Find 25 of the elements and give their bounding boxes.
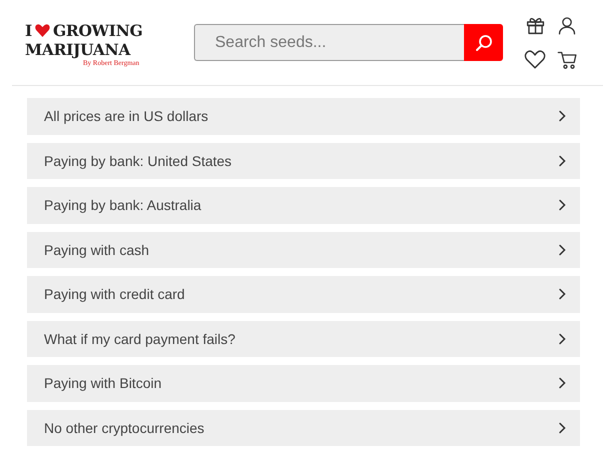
search-icon [474, 32, 494, 52]
heart-icon [34, 24, 50, 36]
faq-item[interactable]: All prices are in US dollars [27, 98, 580, 134]
heart-icon[interactable] [524, 48, 546, 70]
faq-item[interactable]: Paying by bank: United States [27, 142, 580, 179]
faq-item[interactable]: Paying by bank: Australia [27, 187, 580, 224]
chevron-icon [558, 377, 566, 390]
chevron-icon [558, 154, 566, 167]
user-icon[interactable] [556, 14, 578, 36]
faq-item[interactable]: Paying with credit card [27, 276, 580, 312]
faq-item[interactable]: No other cryptocurrencies [27, 410, 580, 446]
faq-item[interactable]: Paying with cash [27, 232, 580, 268]
chevron-icon [558, 422, 566, 434]
chevron-icon [558, 288, 566, 300]
chevron-icon [558, 332, 566, 345]
chevron-icon [558, 110, 566, 122]
search-field[interactable]: Search seeds... [194, 24, 464, 61]
logo-text: MARIJUANA [25, 40, 130, 58]
logo-text: GROWING [52, 20, 143, 40]
search-button[interactable] [464, 24, 503, 61]
chevron-icon [558, 199, 566, 212]
chevron-icon [558, 244, 566, 256]
faq-item[interactable]: Paying with Bitcoin [27, 365, 580, 402]
logo-text: I [25, 20, 32, 40]
faq-item[interactable]: What if my card payment fails? [27, 320, 580, 357]
